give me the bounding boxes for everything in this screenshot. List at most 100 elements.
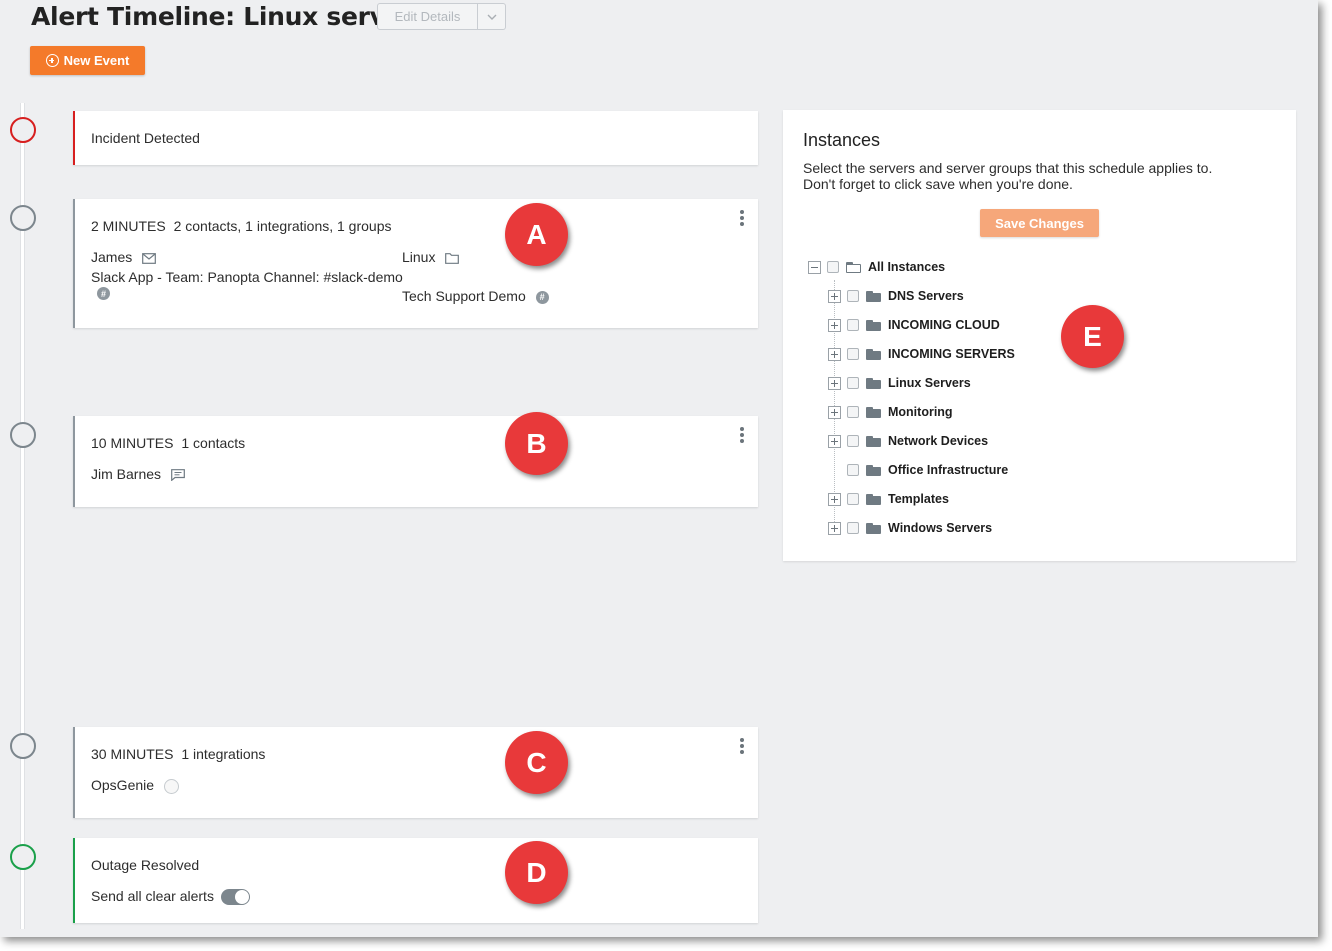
step-a-menu-icon[interactable] xyxy=(740,210,744,226)
instances-description: Select the servers and server groups tha… xyxy=(803,160,1213,192)
annotation-a: A xyxy=(505,203,568,266)
expand-icon[interactable] xyxy=(828,289,841,303)
new-event-label: New Event xyxy=(63,53,130,68)
folder-icon xyxy=(866,493,881,505)
step-a-node xyxy=(10,205,36,231)
edit-details-group[interactable]: Edit Details xyxy=(377,3,506,30)
folder-icon xyxy=(866,319,881,331)
tree-label: Office Infrastructure xyxy=(888,463,1009,477)
tree-item-windows-servers[interactable]: Windows Servers xyxy=(828,519,992,537)
folder-icon xyxy=(866,406,881,418)
expand-icon[interactable] xyxy=(828,492,841,506)
incident-card[interactable]: Incident Detected xyxy=(73,111,758,165)
tree-label: All Instances xyxy=(868,260,946,274)
collapse-icon[interactable] xyxy=(808,260,821,274)
slack-icon: # xyxy=(535,290,549,304)
edit-details-button[interactable]: Edit Details xyxy=(377,3,478,30)
folder-outline-icon xyxy=(445,252,460,264)
tree-label: DNS Servers xyxy=(888,289,964,303)
contact-james: James xyxy=(91,249,157,265)
folder-icon xyxy=(866,348,881,360)
step-c-summary: 1 integrations xyxy=(181,746,266,762)
step-a-card[interactable]: 2 MINUTES 2 contacts, 1 integrations, 1 … xyxy=(73,199,758,328)
opsgenie-icon xyxy=(163,778,179,794)
expand-icon[interactable] xyxy=(828,521,841,535)
tree-checkbox[interactable] xyxy=(847,522,859,534)
step-c-time: 30 MINUTES xyxy=(91,746,174,762)
tree-checkbox[interactable] xyxy=(847,348,859,360)
page-title: Alert Timeline: Linux servers xyxy=(31,2,429,31)
tree-checkbox[interactable] xyxy=(827,261,839,273)
tree-item-dns-servers[interactable]: DNS Servers xyxy=(828,287,964,305)
step-b-summary: 1 contacts xyxy=(181,435,246,451)
tree-checkbox[interactable] xyxy=(847,435,859,447)
tree-item-monitoring[interactable]: Monitoring xyxy=(828,403,953,421)
tree-label: Linux Servers xyxy=(888,376,971,390)
step-b-menu-icon[interactable] xyxy=(740,427,744,443)
tree-root[interactable]: All Instances xyxy=(808,258,945,276)
step-c-menu-icon[interactable] xyxy=(740,738,744,754)
group-linux: Linux xyxy=(402,249,460,265)
tree-item-linux-servers[interactable]: Linux Servers xyxy=(828,374,971,392)
instances-title: Instances xyxy=(803,130,881,150)
annotation-b: B xyxy=(505,412,568,475)
step-c-card[interactable]: 30 MINUTES 1 integrations OpsGenie xyxy=(73,727,758,818)
tree-item-templates[interactable]: Templates xyxy=(828,490,949,508)
plus-circle-icon xyxy=(45,54,59,67)
chevron-down-icon xyxy=(487,14,496,20)
expand-icon[interactable] xyxy=(828,405,841,419)
folder-icon xyxy=(866,464,881,476)
tree-checkbox[interactable] xyxy=(847,406,859,418)
tree-item-office-infrastructure[interactable]: Office Infrastructure xyxy=(828,461,1008,479)
app-frame: Alert Timeline: Linux servers Edit Detai… xyxy=(0,0,1318,937)
tree-label: Network Devices xyxy=(888,434,989,448)
resolved-card[interactable]: Outage Resolved Send all clear alerts xyxy=(73,838,758,923)
expand-icon[interactable] xyxy=(828,434,841,448)
edit-details-dropdown[interactable] xyxy=(478,3,506,30)
tree-checkbox[interactable] xyxy=(847,464,859,476)
expand-icon[interactable] xyxy=(828,318,841,332)
resolved-node xyxy=(10,844,36,870)
send-all-clear-label: Send all clear alerts xyxy=(91,888,214,904)
folder-icon xyxy=(866,435,881,447)
tree-checkbox[interactable] xyxy=(847,290,859,302)
step-a-time: 2 MINUTES xyxy=(91,218,166,234)
contact-tech-support: Tech Support Demo # xyxy=(402,288,549,304)
slack-icon: # xyxy=(97,287,110,300)
tree-checkbox[interactable] xyxy=(847,377,859,389)
folder-icon xyxy=(866,522,881,534)
step-b-time: 10 MINUTES xyxy=(91,435,174,451)
folder-open-icon xyxy=(846,261,861,273)
step-a-summary: 2 contacts, 1 integrations, 1 groups xyxy=(173,218,392,234)
expand-icon[interactable] xyxy=(828,376,841,390)
incident-node xyxy=(10,117,36,143)
tree-label: INCOMING SERVERS xyxy=(888,347,1015,361)
step-b-card[interactable]: 10 MINUTES 1 contacts Jim Barnes xyxy=(73,416,758,507)
tree-item-incoming-cloud[interactable]: INCOMING CLOUD xyxy=(828,316,1000,334)
folder-icon xyxy=(866,377,881,389)
integration-opsgenie: OpsGenie xyxy=(91,777,179,794)
new-event-button[interactable]: New Event xyxy=(30,46,145,75)
expand-icon[interactable] xyxy=(828,347,841,361)
step-b-node xyxy=(10,422,36,448)
annotation-d: D xyxy=(505,841,568,904)
send-all-clear-toggle[interactable] xyxy=(220,889,250,906)
tree-label: Windows Servers xyxy=(888,521,993,535)
tree-item-network-devices[interactable]: Network Devices xyxy=(828,432,988,450)
tree-checkbox[interactable] xyxy=(847,319,859,331)
tree-label: INCOMING CLOUD xyxy=(888,318,1000,332)
incident-label: Incident Detected xyxy=(91,130,200,146)
integration-slack: Slack App - Team: Panopta Channel: #slac… xyxy=(91,269,403,285)
resolved-label: Outage Resolved xyxy=(91,857,200,873)
tree-label: Monitoring xyxy=(888,405,953,419)
step-c-node xyxy=(10,733,36,759)
tree-checkbox[interactable] xyxy=(847,493,859,505)
sms-icon xyxy=(171,469,185,482)
annotation-e: E xyxy=(1061,305,1124,368)
annotation-c: C xyxy=(505,731,568,794)
tree-item-incoming-servers[interactable]: INCOMING SERVERS xyxy=(828,345,1015,363)
save-changes-button[interactable]: Save Changes xyxy=(980,209,1099,237)
tree-label: Templates xyxy=(888,492,949,506)
folder-icon xyxy=(866,290,881,302)
contact-jim-barnes: Jim Barnes xyxy=(91,466,185,482)
